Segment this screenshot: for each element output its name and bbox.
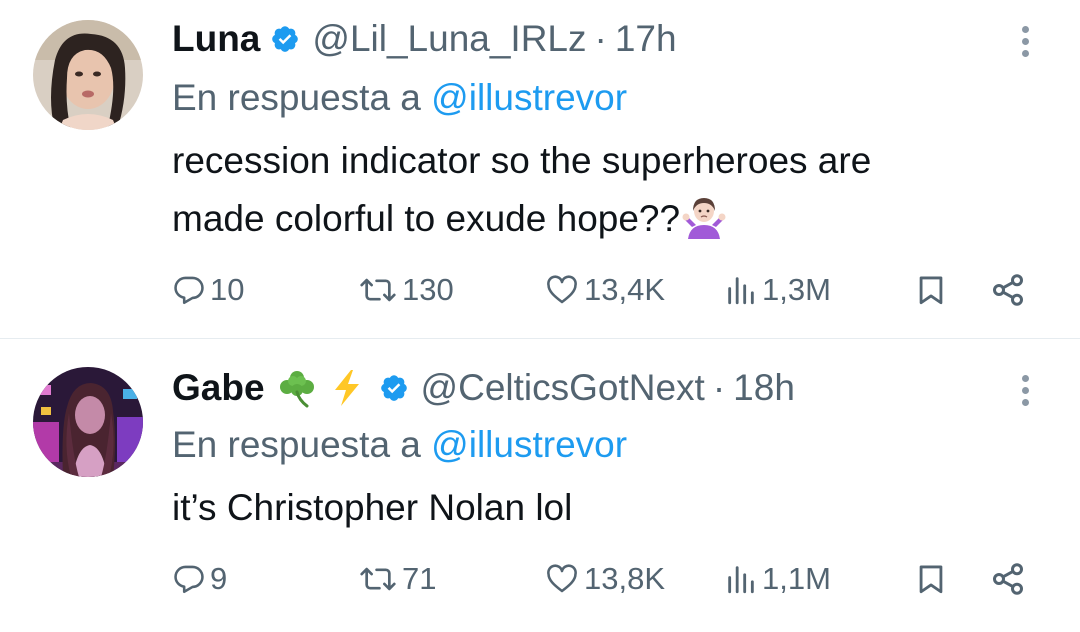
tweet-header: Luna @Lil_Luna_IRLz · 17h (172, 14, 677, 64)
retweet-button[interactable]: 130 (358, 265, 454, 315)
tweet-text: it’s Christopher Nolan lol (172, 479, 1032, 537)
tweet[interactable]: Luna @Lil_Luna_IRLz · 17h En respuesta a… (0, 0, 1080, 339)
bookmark-icon (919, 276, 943, 305)
display-name[interactable]: Gabe (172, 363, 265, 413)
reply-mention-link[interactable]: @illustrevor (431, 77, 627, 118)
reply-icon (174, 565, 204, 594)
verified-badge-icon (270, 24, 300, 54)
reply-context: En respuesta a @illustrevor (172, 73, 627, 123)
avatar[interactable] (33, 20, 143, 130)
heart-icon (547, 275, 577, 304)
reply-count: 9 (210, 561, 228, 596)
views-button[interactable]: 1,1M (724, 554, 831, 604)
tweet-text-line: recession indicator so the superheroes a… (172, 140, 872, 181)
like-count: 13,4K (584, 272, 666, 307)
user-handle[interactable]: @Lil_Luna_IRLz (312, 14, 586, 64)
bookmark-icon (919, 565, 943, 594)
views-icon (728, 566, 754, 594)
retweet-button[interactable]: 71 (358, 554, 436, 604)
timestamp[interactable]: 17h (615, 14, 677, 64)
retweet-count: 130 (402, 272, 454, 307)
avatar[interactable] (33, 367, 143, 477)
bookmark-button[interactable] (914, 554, 948, 604)
reply-prefix: En respuesta a (172, 424, 421, 465)
high-voltage-icon (329, 368, 365, 408)
view-count: 1,1M (762, 561, 831, 596)
person-shrugging-icon (682, 195, 726, 256)
view-count: 1,3M (762, 272, 831, 307)
user-handle[interactable]: @CelticsGotNext (421, 363, 705, 413)
timestamp[interactable]: 18h (733, 363, 795, 413)
reply-context: En respuesta a @illustrevor (172, 420, 627, 470)
reply-prefix: En respuesta a (172, 77, 421, 118)
share-icon (993, 563, 1023, 595)
tweet-header: Gabe @CelticsGotNext · 18h (172, 363, 795, 413)
reply-button[interactable]: 10 (172, 265, 244, 315)
tweet-actions: 10 130 13,4K 1,3M (172, 265, 1040, 315)
like-button[interactable]: 13,8K (544, 554, 665, 604)
tweet-actions: 9 71 13,8K 1,1M (172, 554, 1040, 604)
reply-count: 10 (210, 272, 245, 307)
verified-badge-icon (379, 373, 409, 403)
display-name[interactable]: Luna (172, 14, 260, 64)
tweet[interactable]: Gabe @CelticsGotNext · 18h En respuesta … (0, 340, 1080, 632)
views-button[interactable]: 1,3M (724, 265, 831, 315)
more-options-icon[interactable] (1010, 16, 1040, 66)
like-count: 13,8K (584, 561, 666, 596)
retweet-icon (360, 278, 396, 302)
tweet-text-line: it’s Christopher Nolan lol (172, 487, 573, 528)
reply-icon (174, 276, 204, 305)
more-options-icon[interactable] (1010, 365, 1040, 415)
separator-dot: · (594, 18, 607, 59)
retweet-count: 71 (402, 561, 437, 596)
heart-icon (547, 564, 577, 593)
share-icon (993, 274, 1023, 306)
share-button[interactable] (990, 554, 1026, 604)
share-button[interactable] (990, 265, 1026, 315)
tweet-text-line-content: made colorful to exude hope?? (172, 198, 681, 239)
shamrock-icon (275, 368, 319, 408)
views-icon (728, 277, 754, 305)
tweet-text-line: made colorful to exude hope?? (172, 190, 1032, 256)
reply-button[interactable]: 9 (172, 554, 227, 604)
reply-mention-link[interactable]: @illustrevor (431, 424, 627, 465)
bookmark-button[interactable] (914, 265, 948, 315)
separator-dot: · (712, 367, 726, 408)
retweet-icon (360, 567, 396, 591)
like-button[interactable]: 13,4K (544, 265, 665, 315)
tweet-text: recession indicator so the superheroes a… (172, 132, 1032, 256)
